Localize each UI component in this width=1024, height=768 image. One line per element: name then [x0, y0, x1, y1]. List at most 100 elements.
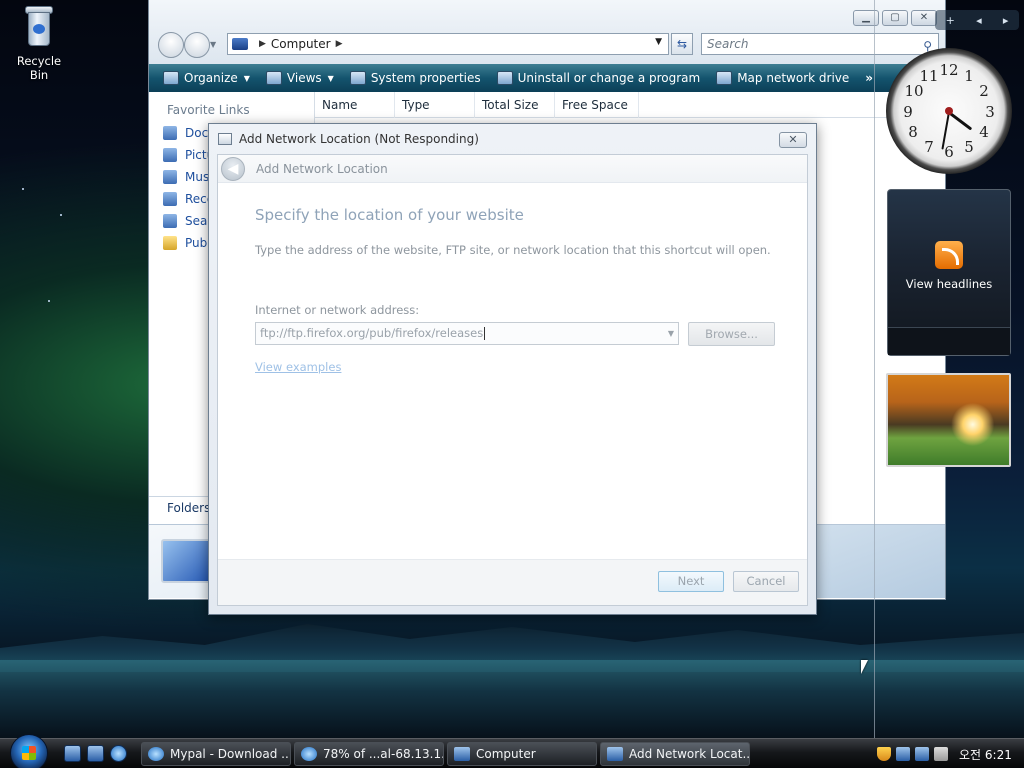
computer-icon [232, 38, 248, 50]
sidebar-prev-button[interactable]: ◂ [976, 14, 982, 27]
network-address-input[interactable]: ftp://ftp.firefox.org/pub/firefox/releas… [255, 322, 679, 345]
back-button[interactable] [158, 32, 184, 58]
system-properties-button[interactable]: System properties [349, 71, 481, 85]
clock-number: 4 [979, 123, 989, 141]
organize-button[interactable]: Organize ▼ [163, 71, 250, 85]
clock-gadget[interactable]: 12 1 2 3 4 5 6 7 8 9 10 11 [886, 48, 1012, 174]
address-dropdown-icon[interactable]: ▼ [655, 37, 662, 47]
address-bar[interactable]: ▶ Computer ▶ ▼ [227, 33, 669, 55]
slideshow-gadget[interactable] [886, 373, 1011, 467]
favorite-link-label: Pub [185, 236, 208, 250]
taskbar: Mypal - Download ... 78% of ...al-68.13.… [0, 733, 1024, 768]
taskbar-buttons: Mypal - Download ... 78% of ...al-68.13.… [141, 741, 750, 766]
wallpaper-star [60, 214, 62, 216]
uninstall-icon [496, 71, 513, 85]
windows-defender-icon[interactable] [896, 747, 910, 761]
minimize-button[interactable]: ▁ [853, 10, 879, 26]
uninstall-program-button[interactable]: Uninstall or change a program [496, 71, 700, 85]
wizard-footer: Next Cancel [218, 559, 807, 605]
clock-number: 8 [908, 123, 918, 141]
mouse-pointer-icon [861, 660, 868, 674]
searches-icon [163, 214, 177, 228]
wizard-heading: Specify the location of your website [255, 206, 524, 224]
system-properties-label: System properties [370, 71, 481, 85]
view-headlines-label[interactable]: View headlines [888, 277, 1010, 291]
dialog-titlebar[interactable]: Add Network Location (Not Responding) [209, 124, 816, 154]
recent-icon [163, 192, 177, 206]
chevron-down-icon: ▼ [327, 73, 334, 83]
breadcrumb-arrow-icon[interactable]: ▶ [336, 39, 343, 49]
taskbar-item-mypal[interactable]: Mypal - Download ... [141, 741, 291, 766]
taskbar-item-label: Mypal - Download ... [170, 746, 291, 761]
address-label: Internet or network address: [255, 303, 420, 317]
taskbar-clock[interactable]: 오전 6:21 [959, 746, 1012, 763]
wizard-title: Add Network Location [256, 161, 388, 176]
dialog-close-button[interactable]: ✕ [779, 132, 807, 148]
browse-button[interactable]: Browse... [688, 322, 775, 346]
internet-explorer-icon[interactable] [110, 745, 127, 762]
sidebar-next-button[interactable]: ▸ [1003, 14, 1009, 27]
start-button[interactable] [10, 733, 48, 768]
views-label: Views [286, 71, 322, 85]
add-network-location-dialog: Add Network Location (Not Responding) ✕ … [208, 123, 817, 615]
security-shield-icon[interactable] [877, 747, 891, 761]
feeds-footer [888, 327, 1010, 355]
clock-number: 2 [979, 82, 989, 100]
clock-number: 1 [964, 67, 974, 85]
dialog-title: Add Network Location (Not Responding) [239, 132, 479, 146]
next-button[interactable]: Next [658, 571, 724, 592]
text-caret [484, 327, 486, 340]
recent-pages-dropdown[interactable]: ▼ [210, 40, 220, 58]
column-type[interactable]: Type [395, 92, 475, 118]
wizard-nav-bar: ◀ Add Network Location [218, 155, 807, 183]
clock-hub [945, 107, 953, 115]
switch-windows-icon[interactable] [87, 745, 104, 762]
cancel-button[interactable]: Cancel [733, 571, 799, 592]
column-free-space[interactable]: Free Space [555, 92, 639, 118]
column-total-size[interactable]: Total Size [475, 92, 555, 118]
command-bar: Organize ▼ Views ▼ System properties Uni… [149, 64, 945, 92]
recycle-bin-desktop-icon[interactable]: Recycle Bin [6, 4, 72, 82]
show-desktop-icon[interactable] [64, 745, 81, 762]
system-tray: 오전 6:21 [869, 739, 1024, 768]
taskbar-item-computer[interactable]: Computer [447, 741, 597, 766]
view-examples-link[interactable]: View examples [255, 360, 341, 374]
column-name[interactable]: Name [315, 92, 395, 118]
toolbar-overflow-button[interactable]: » [865, 71, 873, 85]
favorite-links-heading: Favorite Links [167, 103, 250, 117]
taskbar-item-label: 78% of ...al-68.13.1.... [323, 746, 444, 761]
chevron-down-icon[interactable]: ▼ [668, 323, 674, 344]
back-arrow-icon[interactable]: ◀ [221, 156, 245, 181]
refresh-button[interactable]: ⇆ [671, 33, 693, 55]
feed-headlines-gadget[interactable]: View headlines [887, 189, 1011, 356]
organize-label: Organize [184, 71, 238, 85]
rss-icon [935, 241, 963, 269]
clock-number: 6 [944, 143, 954, 161]
clock-number: 11 [919, 67, 939, 85]
views-button[interactable]: Views ▼ [265, 71, 334, 85]
wizard-body: ◀ Add Network Location Specify the locat… [217, 154, 808, 606]
recycle-bin-icon [21, 4, 57, 48]
address-text[interactable]: Computer [271, 37, 331, 51]
wallpaper-lake [0, 660, 1024, 738]
network-icon[interactable] [915, 747, 929, 761]
computer-icon [454, 746, 470, 761]
add-gadget-button[interactable]: + [946, 14, 955, 27]
breadcrumb-arrow-icon[interactable]: ▶ [259, 39, 266, 49]
window-icon [607, 746, 623, 761]
maximize-button[interactable]: ▢ [882, 10, 908, 26]
search-input[interactable]: Search ⚲ [701, 33, 939, 55]
taskbar-item-download[interactable]: 78% of ...al-68.13.1.... [294, 741, 444, 766]
nav-buttons: ▼ [158, 32, 220, 58]
column-headers: Name Type Total Size Free Space [315, 92, 945, 118]
close-button[interactable]: ✕ [911, 10, 937, 26]
map-network-drive-button[interactable]: Map network drive [716, 71, 849, 85]
wizard-description: Type the address of the website, FTP sit… [255, 243, 771, 257]
pictures-icon [163, 148, 177, 162]
browser-icon [301, 746, 317, 761]
column-type-label: Type [402, 98, 430, 112]
clock-number: 12 [939, 61, 959, 79]
forward-button[interactable] [184, 32, 210, 58]
taskbar-item-add-network-location[interactable]: Add Network Locat... [600, 741, 750, 766]
volume-muted-icon[interactable] [934, 747, 948, 761]
